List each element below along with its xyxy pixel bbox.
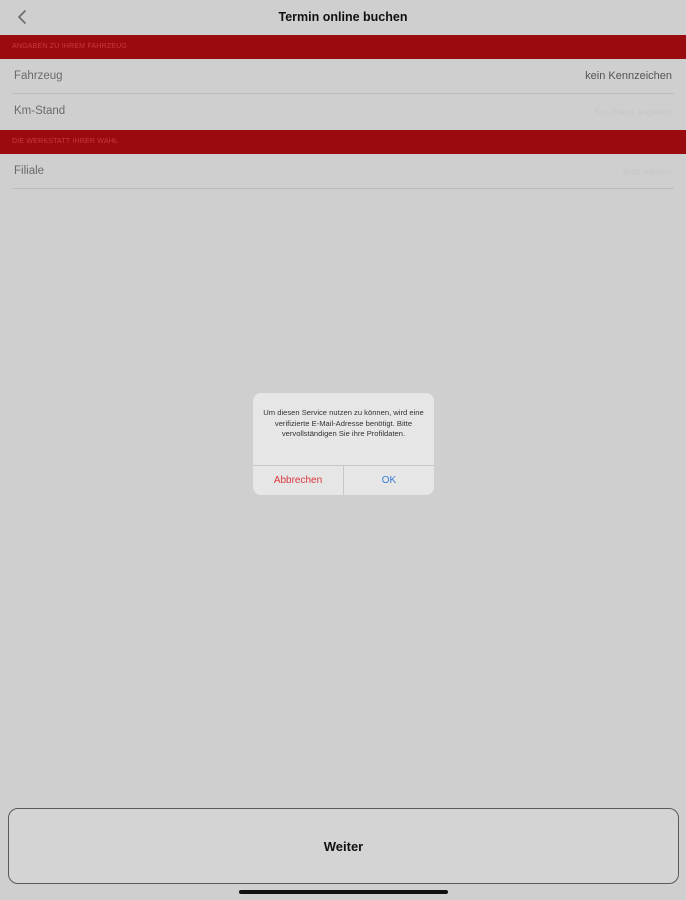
row-label: Km-Stand — [14, 105, 66, 117]
alert-dialog: Um diesen Service nutzen zu können, wird… — [253, 393, 434, 495]
divider — [12, 93, 674, 94]
row-filiale[interactable]: Filiale Bitte wählen — [0, 155, 686, 189]
navigation-bar: Termin online buchen — [0, 0, 686, 34]
row-km-stand[interactable]: Km-Stand Km-Stand angeben — [0, 95, 686, 129]
ok-button[interactable]: OK — [344, 466, 434, 495]
home-indicator[interactable] — [239, 890, 448, 894]
filiale-select[interactable]: Bitte wählen — [623, 167, 672, 177]
row-label: Fahrzeug — [14, 70, 63, 82]
section-header-vehicle: Angaben zu Ihrem Fahrzeug — [0, 35, 686, 59]
weiter-button[interactable]: Weiter — [8, 808, 679, 884]
row-label: Filiale — [14, 165, 45, 177]
vehicle-value: kein Kennzeichen — [585, 70, 672, 82]
dialog-message: Um diesen Service nutzen zu können, wird… — [263, 408, 424, 438]
km-stand-input[interactable]: Km-Stand angeben — [594, 107, 672, 117]
divider — [12, 188, 674, 189]
dialog-buttons: Abbrechen OK — [253, 465, 434, 495]
cancel-button[interactable]: Abbrechen — [253, 466, 344, 495]
page-title: Termin online buchen — [278, 10, 408, 24]
row-fahrzeug[interactable]: Fahrzeug kein Kennzeichen — [0, 60, 686, 94]
section-header-workshop: Die Werkstatt Ihrer Wahl — [0, 130, 686, 154]
